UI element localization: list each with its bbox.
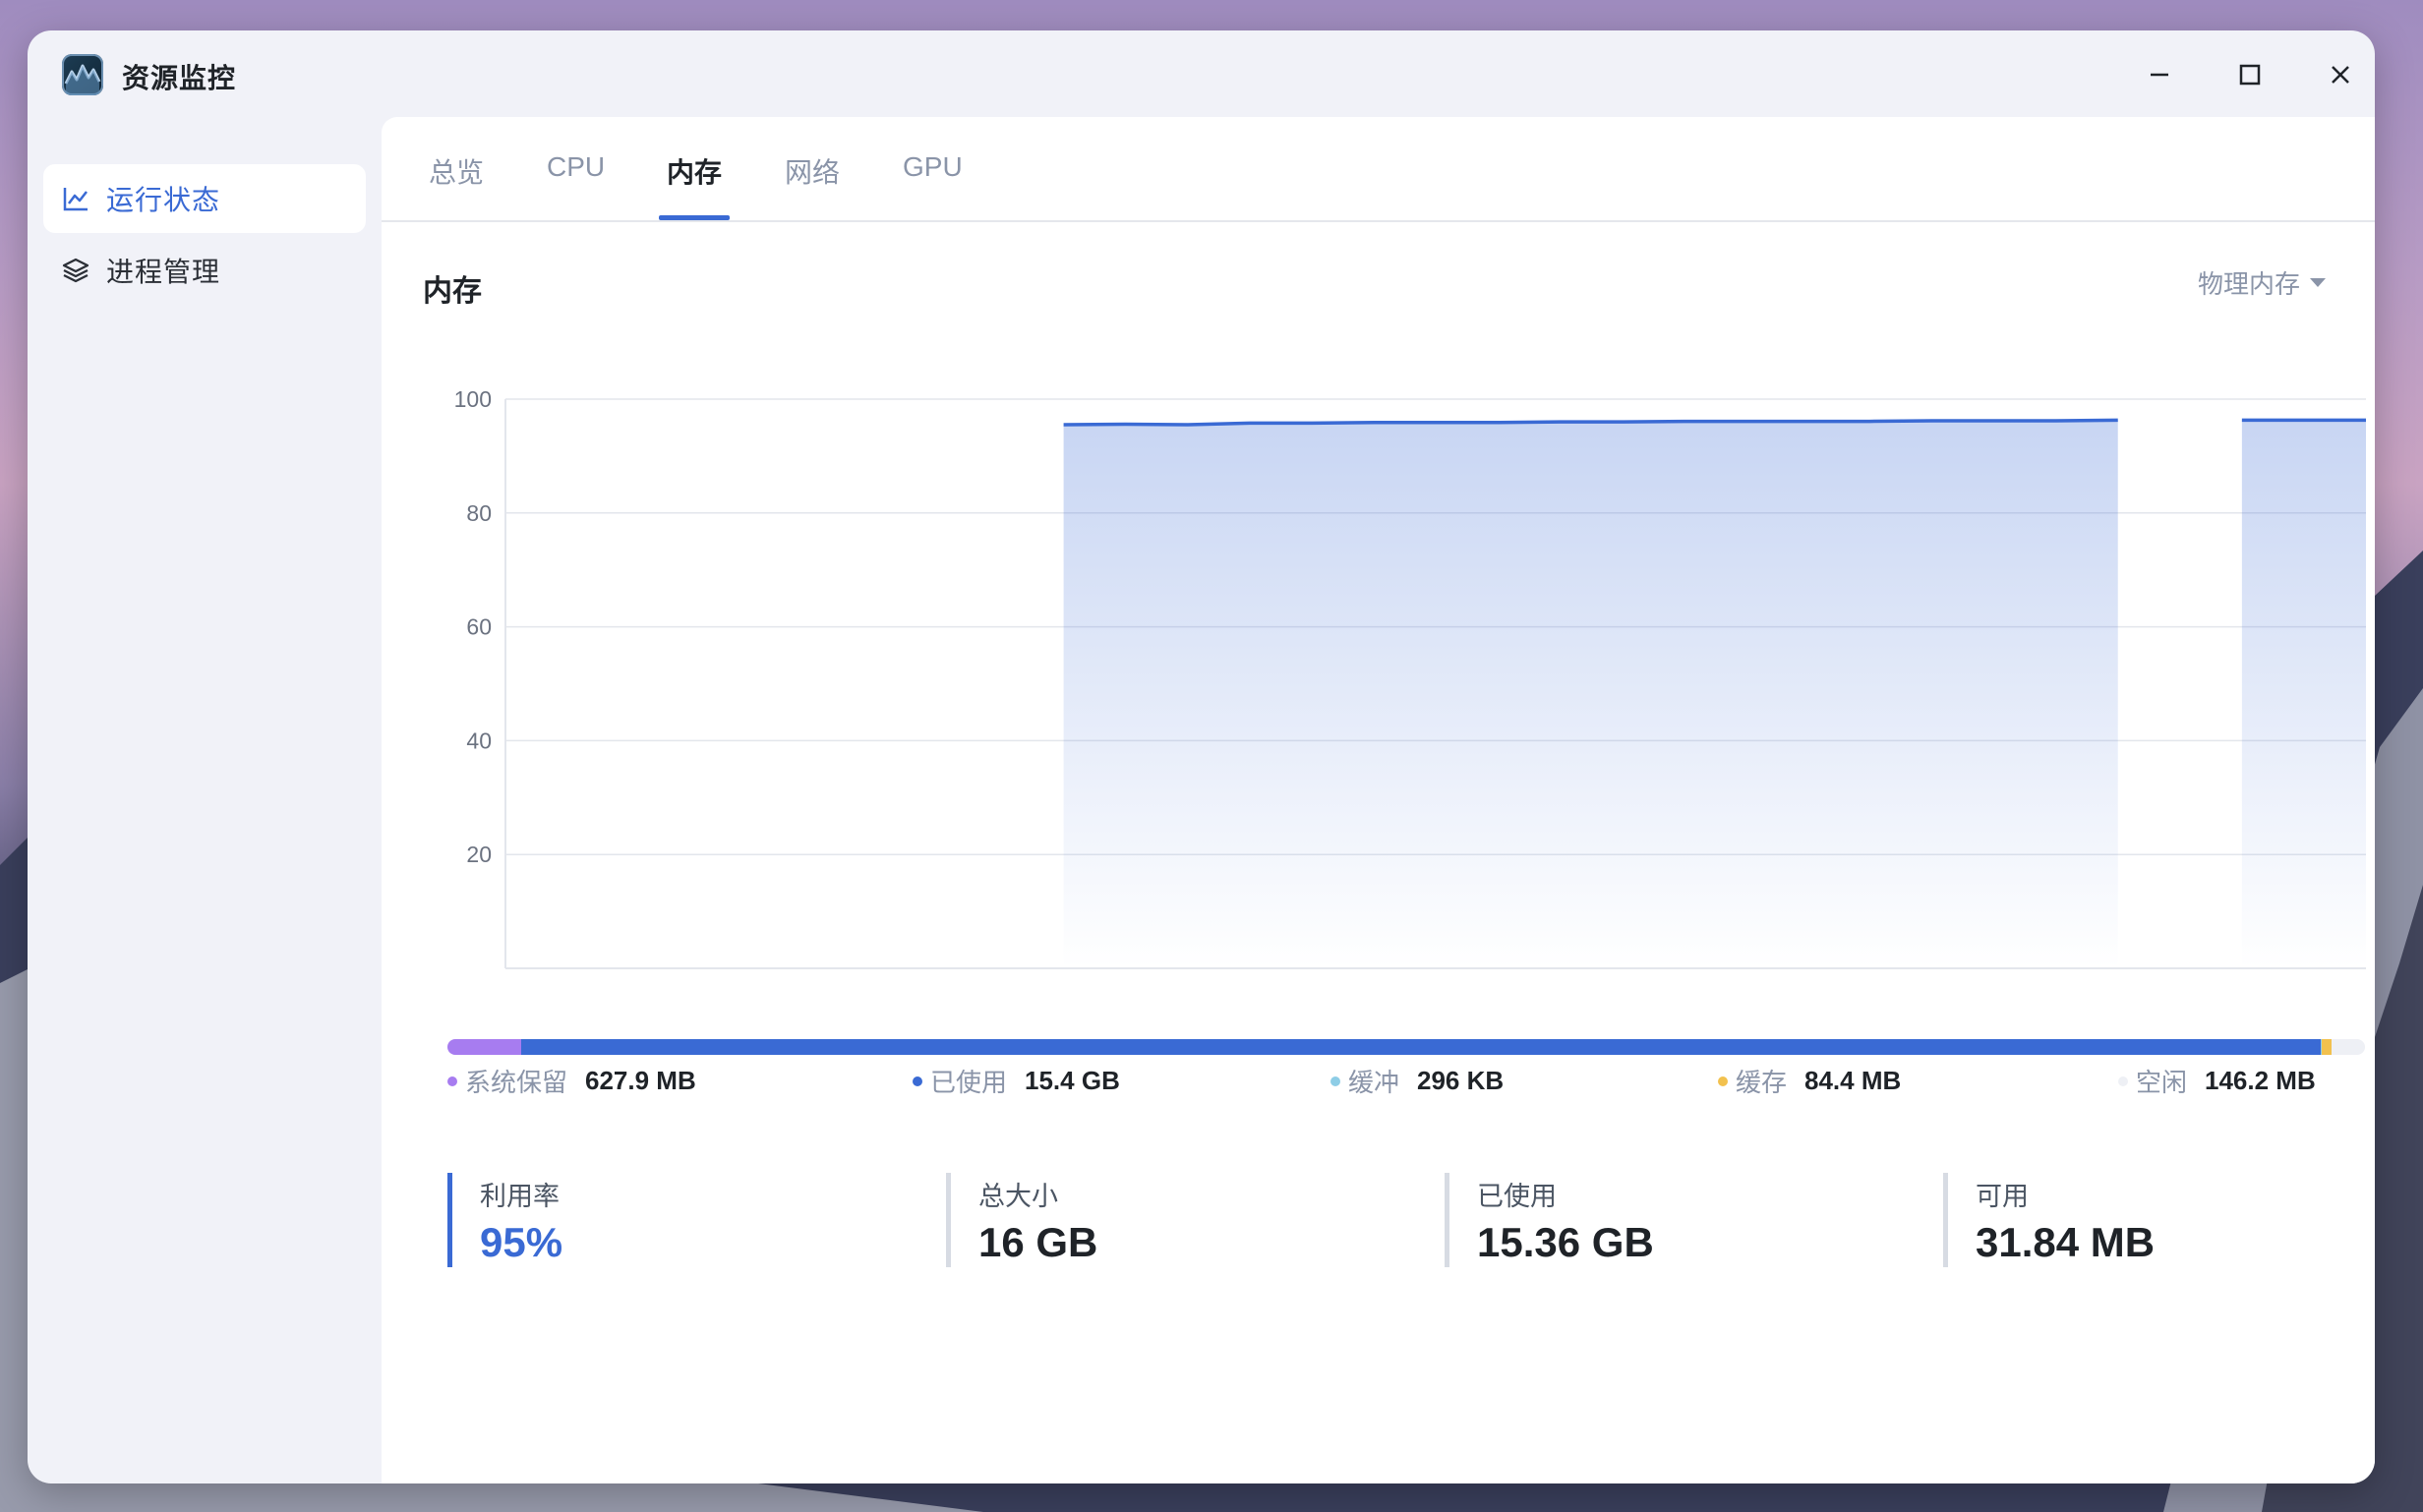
sidebar-item-status[interactable]: 运行状态 [43,164,366,233]
legend-free: 空闲 146.2 MB [2118,1063,2316,1099]
legend-label: 缓存 [1736,1069,1788,1098]
legend-reserved: 系统保留 627.9 MB [447,1063,696,1099]
sidebar-item-label: 运行状态 [106,184,221,216]
memory-bar-segment [447,1039,521,1055]
close-button[interactable] [2326,60,2355,89]
stat-value: 15.36 GB [1477,1219,1654,1265]
stat-total: 总大小 16 GB [946,1173,1097,1267]
stat-value: 16 GB [978,1219,1098,1265]
maximize-icon [2239,64,2261,86]
memory-usage-chart: 20 40 60 80 100 [454,386,2366,969]
memory-bar-segment [2332,1039,2349,1055]
legend-label: 已使用 [930,1069,1008,1098]
stat-label: 利用率 [480,1182,560,1212]
legend-dot [913,1076,922,1086]
legend-value: 15.4 GB [1025,1066,1120,1095]
y-tick-label: 20 [466,842,492,867]
app-window: 资源监控 运行状态 进程管理 总览 CPU 内存 网络 GPU 内存 物理内存 … [28,30,2375,1483]
app-title: 资源监控 [122,62,237,94]
memory-bar-segment [2322,1039,2333,1055]
legend-buffer: 缓冲 296 KB [1330,1063,1504,1099]
legend-label: 空闲 [2136,1069,2188,1098]
series-area [1063,420,2118,969]
activity-chart-app-icon [62,54,103,95]
stat-label: 总大小 [978,1182,1058,1212]
memory-bar-segment [520,1039,2322,1055]
stat-label: 可用 [1976,1182,2029,1212]
legend-dot [447,1076,457,1086]
line-chart-icon [63,188,88,211]
legend-value: 84.4 MB [1804,1066,1902,1095]
legend-label: 系统保留 [465,1069,568,1098]
series-area [2241,420,2366,969]
maximize-button[interactable] [2235,60,2265,89]
y-tick-label: 80 [466,500,492,526]
memory-composition-bar [447,1039,2365,1055]
legend-used: 已使用 15.4 GB [913,1063,1120,1099]
legend-cache: 缓存 84.4 MB [1718,1063,1901,1099]
sidebar-item-label: 进程管理 [106,256,221,288]
minimize-button[interactable] [2145,60,2174,89]
sidebar-item-processes[interactable]: 进程管理 [43,236,366,305]
layers-icon [62,258,89,283]
main-panel: 总览 CPU 内存 网络 GPU 内存 物理内存 20406080100 [382,117,2375,1483]
y-tick-label: 60 [466,614,492,640]
stat-value: 95% [480,1219,563,1265]
title-bar[interactable]: 资源监控 [28,30,2375,117]
close-icon [2332,66,2349,84]
stat-used: 已使用 15.36 GB [1445,1173,1654,1267]
legend-dot [2118,1076,2128,1086]
y-tick-label: 40 [466,727,492,753]
minimize-icon [2151,73,2168,77]
legend-value: 146.2 MB [2205,1066,2316,1095]
sidebar: 运行状态 进程管理 [28,117,382,1483]
stat-utilization: 利用率 95% [447,1173,562,1267]
stat-label: 已使用 [1477,1182,1557,1212]
legend-value: 296 KB [1417,1066,1505,1095]
legend-dot [1330,1076,1340,1086]
legend-value: 627.9 MB [585,1066,696,1095]
legend-label: 缓冲 [1348,1069,1400,1098]
stat-available: 可用 31.84 MB [1943,1173,2155,1267]
y-tick-label: 100 [454,386,492,412]
legend-dot [1718,1076,1728,1086]
stat-value: 31.84 MB [1976,1219,2156,1265]
